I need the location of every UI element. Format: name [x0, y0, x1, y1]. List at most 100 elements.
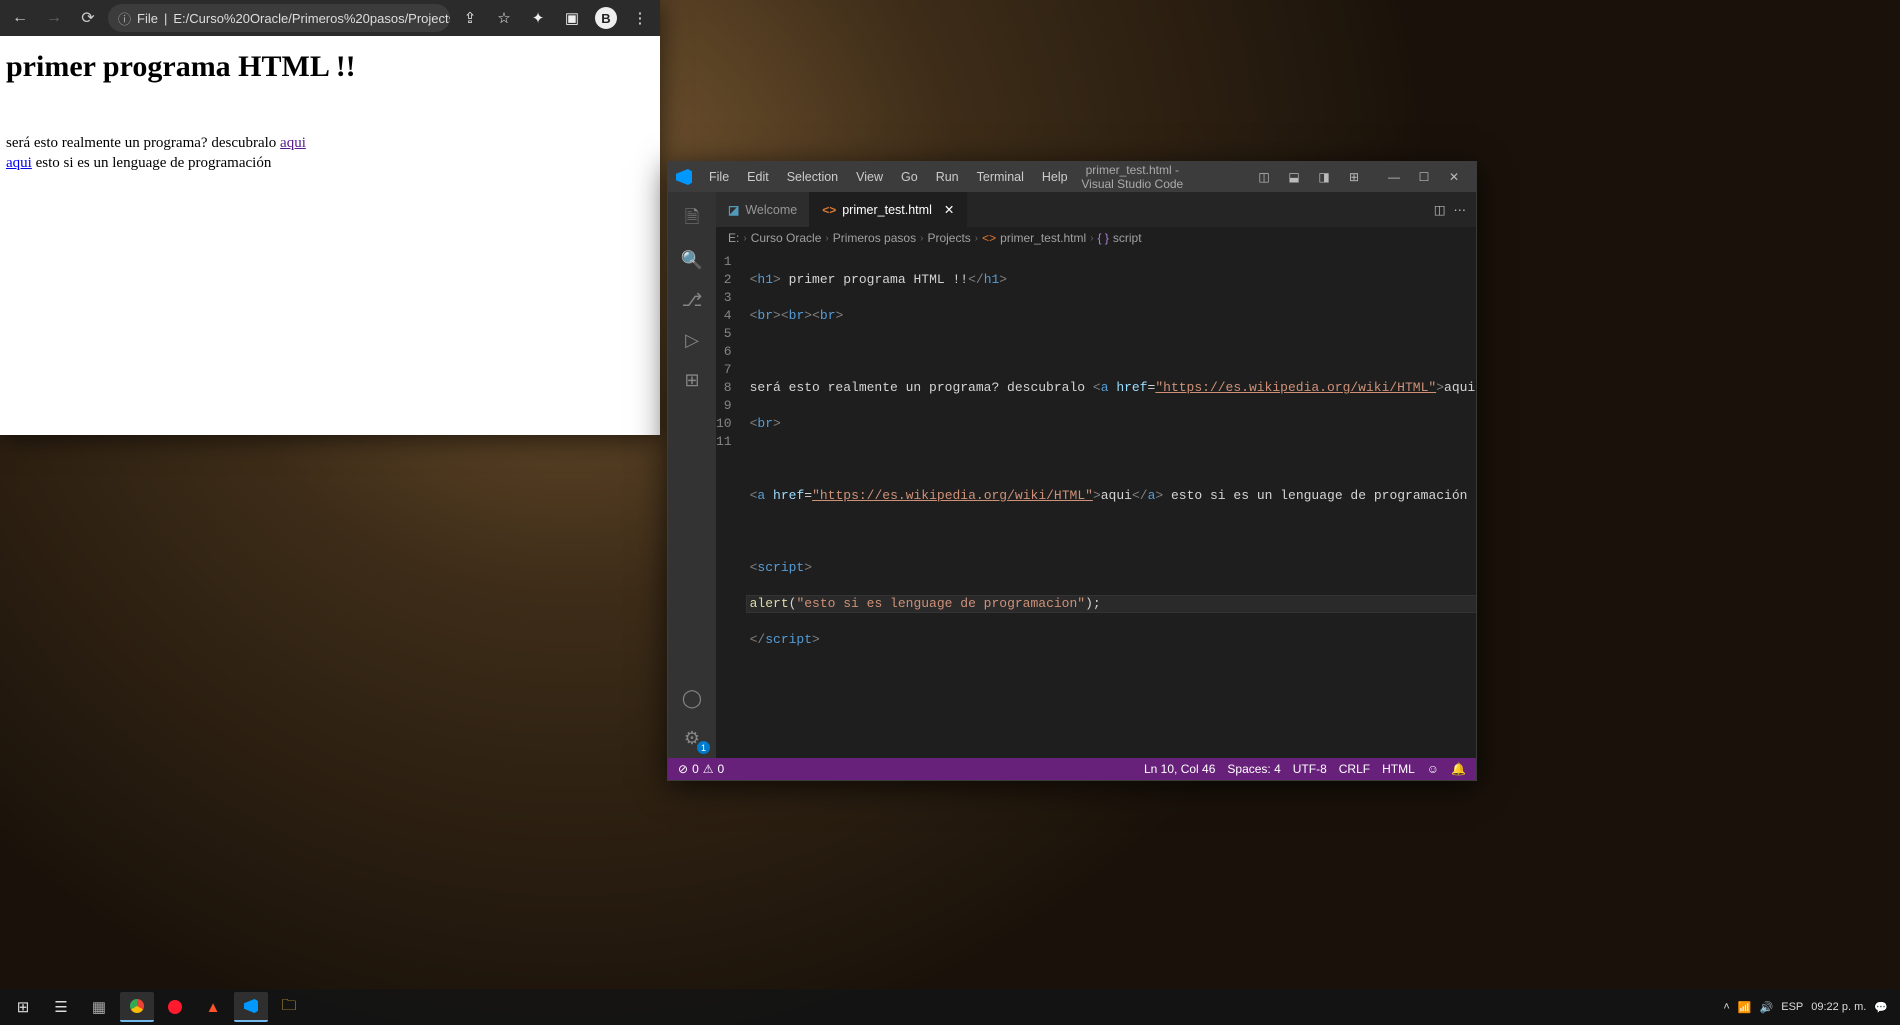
- status-eol[interactable]: CRLF: [1339, 762, 1370, 776]
- vscode-logo-icon: [676, 169, 692, 185]
- code-link-text-1: aqui: [1444, 380, 1475, 395]
- toggle-secondary-icon[interactable]: ◨: [1310, 163, 1338, 191]
- crumb-folder-3: Projects: [927, 231, 970, 245]
- taskbar-chrome[interactable]: [120, 992, 154, 1022]
- code-alert-string: "esto si es lenguage de programacion": [796, 596, 1085, 611]
- browser-window: ← → ⟳ ⓘ File | E:/Curso%20Oracle/Primero…: [0, 0, 660, 435]
- status-spaces[interactable]: Spaces: 4: [1227, 762, 1280, 776]
- crumb-folder-1: Curso Oracle: [751, 231, 822, 245]
- window-controls: — ☐ ✕: [1380, 163, 1468, 191]
- tray-network-icon[interactable]: 📶: [1738, 1001, 1752, 1014]
- tab-welcome[interactable]: ◪ Welcome: [716, 192, 810, 227]
- code-href-2: "https://es.wikipedia.org/wiki/HTML": [812, 488, 1093, 503]
- code-text-line7: esto si es un lenguage de programación: [1163, 488, 1467, 503]
- menu-terminal[interactable]: Terminal: [970, 166, 1031, 188]
- crumb-folder-2: Primeros pasos: [833, 231, 916, 245]
- share-icon[interactable]: ⇪: [456, 4, 484, 32]
- taskbar-brave[interactable]: ▲: [196, 992, 230, 1022]
- status-bar: ⊘ 0 ⚠ 0 Ln 10, Col 46 Spaces: 4 UTF-8 CR…: [668, 758, 1476, 780]
- code-link-text-2: aqui: [1101, 488, 1132, 503]
- menu-help[interactable]: Help: [1035, 166, 1075, 188]
- run-debug-icon[interactable]: ▷: [668, 320, 716, 360]
- accounts-icon[interactable]: ◯: [668, 678, 716, 718]
- status-bell-icon[interactable]: 🔔: [1451, 762, 1466, 776]
- extensions-activity-icon[interactable]: ⊞: [668, 360, 716, 400]
- crumb-file: primer_test.html: [1000, 231, 1086, 245]
- menu-go[interactable]: Go: [894, 166, 925, 188]
- menu-file[interactable]: File: [702, 166, 736, 188]
- status-language[interactable]: HTML: [1382, 762, 1415, 776]
- extensions-icon[interactable]: ✦: [524, 4, 552, 32]
- menu-run[interactable]: Run: [929, 166, 966, 188]
- settings-gear-icon[interactable]: ⚙1: [668, 718, 716, 758]
- tab-welcome-label: Welcome: [745, 203, 797, 217]
- editor-tabs: ◪ Welcome <> primer_test.html ✕ ◫ ⋯: [716, 192, 1476, 227]
- customize-layout-icon[interactable]: ⊞: [1340, 163, 1368, 191]
- status-ln-col[interactable]: Ln 10, Col 46: [1144, 762, 1215, 776]
- maximize-button[interactable]: ☐: [1410, 163, 1438, 191]
- source-control-icon[interactable]: ⎇: [668, 280, 716, 320]
- more-actions-icon[interactable]: ⋯: [1454, 202, 1467, 217]
- toggle-panel-icon[interactable]: ⬓: [1280, 163, 1308, 191]
- taskbar-opera[interactable]: [158, 992, 192, 1022]
- windows-taskbar: ⊞ ☰ ▦ ▲ 🗀 ˄ 📶 🔊 ESP 09:22 p. m. 💬: [0, 989, 1900, 1025]
- split-editor-icon[interactable]: ◫: [1434, 202, 1446, 217]
- status-encoding[interactable]: UTF-8: [1293, 762, 1327, 776]
- code-text-h1: primer programa HTML !!: [781, 272, 968, 287]
- browser-toolbar: ← → ⟳ ⓘ File | E:/Curso%20Oracle/Primero…: [0, 0, 660, 36]
- crumb-symbol: script: [1113, 231, 1142, 245]
- taskbar-app-1[interactable]: ▦: [82, 992, 116, 1022]
- minimize-button[interactable]: —: [1380, 163, 1408, 191]
- status-feedback-icon[interactable]: ☺: [1427, 762, 1439, 776]
- crumb-drive: E:: [728, 231, 739, 245]
- taskbar-clock[interactable]: 09:22 p. m.: [1811, 1001, 1866, 1013]
- url-bar[interactable]: ⓘ File | E:/Curso%20Oracle/Primeros%20pa…: [108, 4, 450, 32]
- url-text: E:/Curso%20Oracle/Primeros%20pasos/Proje…: [173, 11, 450, 26]
- page-text-1: será esto realmente un programa? descubr…: [6, 135, 280, 151]
- notifications-icon[interactable]: 💬: [1874, 1001, 1888, 1014]
- menu-view[interactable]: View: [849, 166, 890, 188]
- window-title: primer_test.html - Visual Studio Code: [1079, 163, 1246, 191]
- bookmark-icon[interactable]: ☆: [490, 4, 518, 32]
- browser-viewport: primer programa HTML !! será esto realme…: [0, 36, 660, 435]
- status-errors[interactable]: ⊘ 0 ⚠ 0: [678, 762, 724, 776]
- tray-volume-icon[interactable]: 🔊: [1760, 1001, 1774, 1014]
- vscode-titlebar[interactable]: File Edit Selection View Go Run Terminal…: [668, 162, 1476, 192]
- settings-badge: 1: [697, 741, 710, 754]
- menu-edit[interactable]: Edit: [740, 166, 776, 188]
- taskbar-vscode[interactable]: [234, 992, 268, 1022]
- explorer-icon[interactable]: 🗎: [668, 200, 716, 240]
- start-button[interactable]: ⊞: [6, 992, 40, 1022]
- menu-selection[interactable]: Selection: [780, 166, 845, 188]
- symbol-icon: { }: [1098, 231, 1109, 245]
- code-editor[interactable]: 1234567891011 <h1> primer programa HTML …: [716, 249, 1476, 758]
- nav-back-button[interactable]: ←: [6, 4, 34, 32]
- url-scheme: File: [137, 11, 158, 26]
- page-link-2[interactable]: aqui: [6, 155, 32, 171]
- activity-bar: 🗎 🔍 ⎇ ▷ ⊞ ◯ ⚙1: [668, 192, 716, 758]
- tray-overflow-icon[interactable]: ˄: [1723, 1001, 1729, 1013]
- vscode-window: File Edit Selection View Go Run Terminal…: [667, 161, 1477, 781]
- nav-forward-button[interactable]: →: [40, 4, 68, 32]
- system-tray: ˄ 📶 🔊 ESP 09:22 p. m. 💬: [1723, 1001, 1894, 1014]
- task-view-button[interactable]: ☰: [44, 992, 78, 1022]
- site-info-icon: ⓘ: [118, 9, 131, 28]
- kebab-menu-icon[interactable]: ⋮: [626, 4, 654, 32]
- breadcrumbs[interactable]: E:› Curso Oracle› Primeros pasos› Projec…: [716, 227, 1476, 249]
- side-panel-icon[interactable]: ▣: [558, 4, 586, 32]
- tray-language[interactable]: ESP: [1781, 1001, 1803, 1013]
- search-icon[interactable]: 🔍: [668, 240, 716, 280]
- close-button[interactable]: ✕: [1440, 163, 1468, 191]
- taskbar-explorer[interactable]: 🗀: [272, 992, 306, 1022]
- tab-close-icon[interactable]: ✕: [944, 202, 954, 217]
- tab-primer-test[interactable]: <> primer_test.html ✕: [810, 192, 967, 227]
- code-content[interactable]: <h1> primer programa HTML !!</h1> <br><b…: [746, 249, 1476, 758]
- html-tab-icon: <>: [822, 203, 836, 217]
- profile-icon[interactable]: B: [592, 4, 620, 32]
- code-href-1: "https://es.wikipedia.org/wiki/HTML": [1155, 380, 1436, 395]
- nav-reload-button[interactable]: ⟳: [74, 4, 102, 32]
- page-link-1[interactable]: aqui: [280, 135, 306, 151]
- page-text-2: esto si es un lenguage de programación: [32, 155, 272, 171]
- vscode-tab-icon: ◪: [728, 203, 739, 217]
- toggle-sidebar-icon[interactable]: ◫: [1250, 163, 1278, 191]
